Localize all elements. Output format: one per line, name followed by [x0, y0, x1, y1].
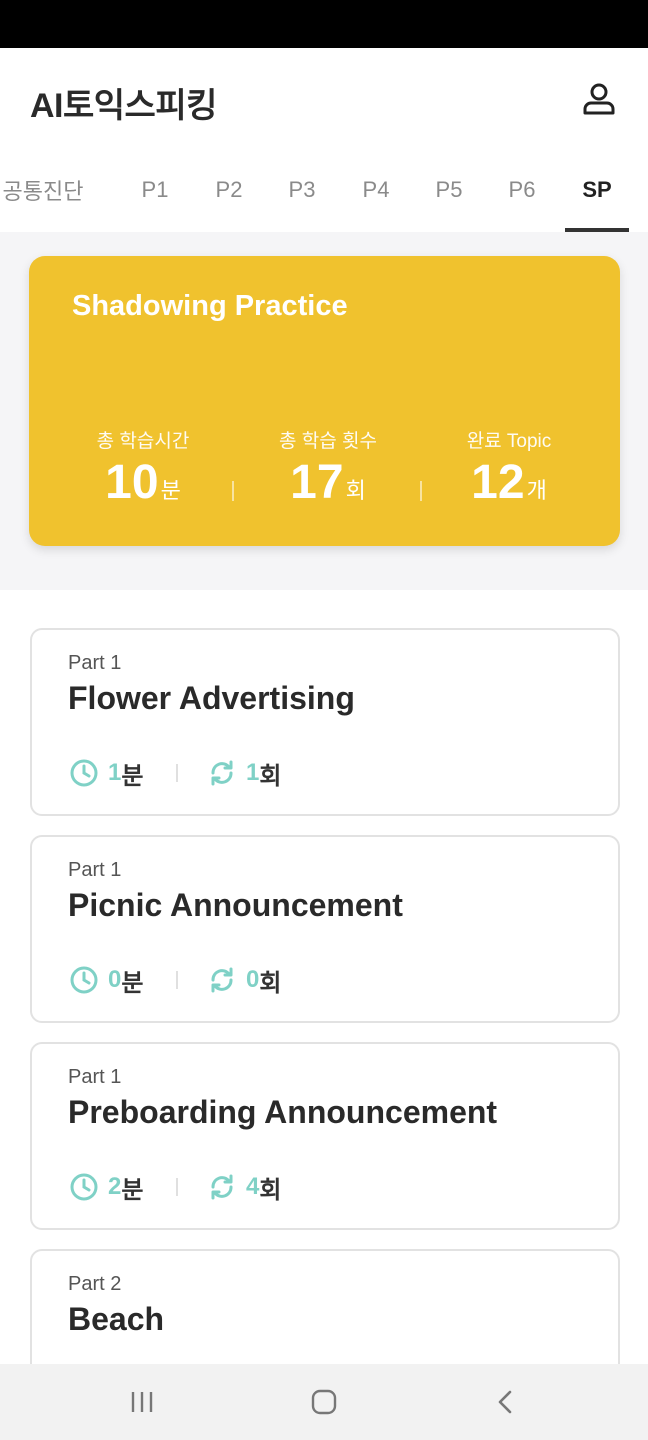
time-metric: 0분 — [68, 963, 143, 997]
home-icon — [311, 1389, 337, 1415]
refresh-icon — [206, 964, 238, 996]
time-value: 2 — [108, 1173, 122, 1200]
stat-unit: 회 — [345, 478, 366, 503]
time-metric: 2분 — [68, 1170, 143, 1204]
topic-title: Flower Advertising — [68, 680, 355, 716]
topic-title: Beach — [68, 1301, 165, 1337]
system-nav-bar — [0, 1364, 648, 1440]
clock-icon — [68, 964, 100, 996]
count-unit: 회 — [259, 1176, 282, 1204]
stat-value: 10 — [105, 456, 159, 509]
tab-p6[interactable]: P6 — [492, 148, 552, 232]
count-value: 1 — [246, 759, 260, 786]
stat-divider — [232, 481, 234, 501]
stat-label: 완료 Topic — [466, 431, 552, 452]
topic-title: Preboarding Announcement — [68, 1094, 498, 1130]
clock-icon — [68, 757, 100, 789]
stat-total-time: 총 학습시간 10분 — [53, 426, 233, 517]
topic-title: Picnic Announcement — [68, 887, 403, 923]
count-unit: 회 — [259, 762, 282, 790]
recent-apps-button[interactable] — [112, 1378, 172, 1426]
stat-completed-topics: 완료 Topic 12개 — [419, 426, 599, 517]
count-metric: 1회 — [206, 756, 281, 790]
time-unit: 분 — [121, 969, 144, 997]
time-metric: 1분 — [68, 756, 143, 790]
summary-card: Shadowing Practice 총 학습시간 10분 총 학습 횟수 17… — [29, 256, 620, 546]
topic-list: Part 1 Flower Advertising 1분 1회 Part 1 P… — [0, 590, 648, 1364]
tab-common-diagnosis[interactable]: 공통진단 — [0, 148, 98, 232]
profile-button[interactable] — [576, 76, 622, 122]
summary-title: Shadowing Practice — [72, 290, 348, 322]
person-icon — [583, 83, 615, 115]
app-title: AI토익스피킹 — [30, 87, 217, 125]
time-value: 1 — [108, 759, 122, 786]
stat-total-count: 총 학습 횟수 17회 — [238, 426, 418, 517]
topic-part: Part 1 — [68, 1066, 122, 1088]
refresh-icon — [206, 757, 238, 789]
tab-p5[interactable]: P5 — [419, 148, 479, 232]
tab-p2[interactable]: P2 — [199, 148, 259, 232]
topic-part: Part 2 — [68, 1273, 122, 1295]
app-header: AI토익스피킹 공통진단 P1 P2 P3 P4 P5 P6 SP — [0, 48, 648, 232]
topic-card[interactable]: Part 1 Flower Advertising 1분 1회 — [30, 628, 620, 816]
stat-value: 12 — [471, 456, 525, 509]
time-unit: 분 — [121, 762, 144, 790]
topic-card[interactable]: Part 1 Preboarding Announcement 2분 4회 — [30, 1042, 620, 1230]
count-value: 4 — [246, 1173, 260, 1200]
back-icon — [498, 1390, 512, 1414]
clock-icon — [68, 1171, 100, 1203]
count-unit: 회 — [259, 969, 282, 997]
tab-p4[interactable]: P4 — [346, 148, 406, 232]
home-button[interactable] — [294, 1378, 354, 1426]
metric-divider — [176, 1178, 178, 1196]
recent-apps-icon — [131, 1392, 153, 1412]
topic-part: Part 1 — [68, 859, 122, 881]
stat-unit: 개 — [526, 478, 547, 503]
summary-section: Shadowing Practice 총 학습시간 10분 총 학습 횟수 17… — [0, 232, 648, 590]
metric-divider — [176, 971, 178, 989]
count-metric: 4회 — [206, 1170, 281, 1204]
stat-unit: 분 — [160, 478, 181, 503]
topic-part: Part 1 — [68, 652, 122, 674]
stat-label: 총 학습시간 — [96, 431, 190, 452]
part-tabs: 공통진단 P1 P2 P3 P4 P5 P6 SP — [0, 148, 648, 232]
stat-label: 총 학습 횟수 — [279, 431, 377, 452]
time-unit: 분 — [121, 1176, 144, 1204]
refresh-icon — [206, 1171, 238, 1203]
stat-value: 17 — [290, 456, 344, 509]
tab-sp[interactable]: SP — [565, 148, 629, 232]
tab-p1[interactable]: P1 — [125, 148, 185, 232]
count-value: 0 — [246, 966, 260, 993]
topic-card[interactable]: Part 1 Picnic Announcement 0분 0회 — [30, 835, 620, 1023]
tab-p3[interactable]: P3 — [272, 148, 332, 232]
count-metric: 0회 — [206, 963, 281, 997]
status-bar — [0, 0, 648, 48]
topic-card[interactable]: Part 2 Beach — [30, 1249, 620, 1364]
back-button[interactable] — [476, 1378, 536, 1426]
time-value: 0 — [108, 966, 122, 993]
metric-divider — [176, 764, 178, 782]
